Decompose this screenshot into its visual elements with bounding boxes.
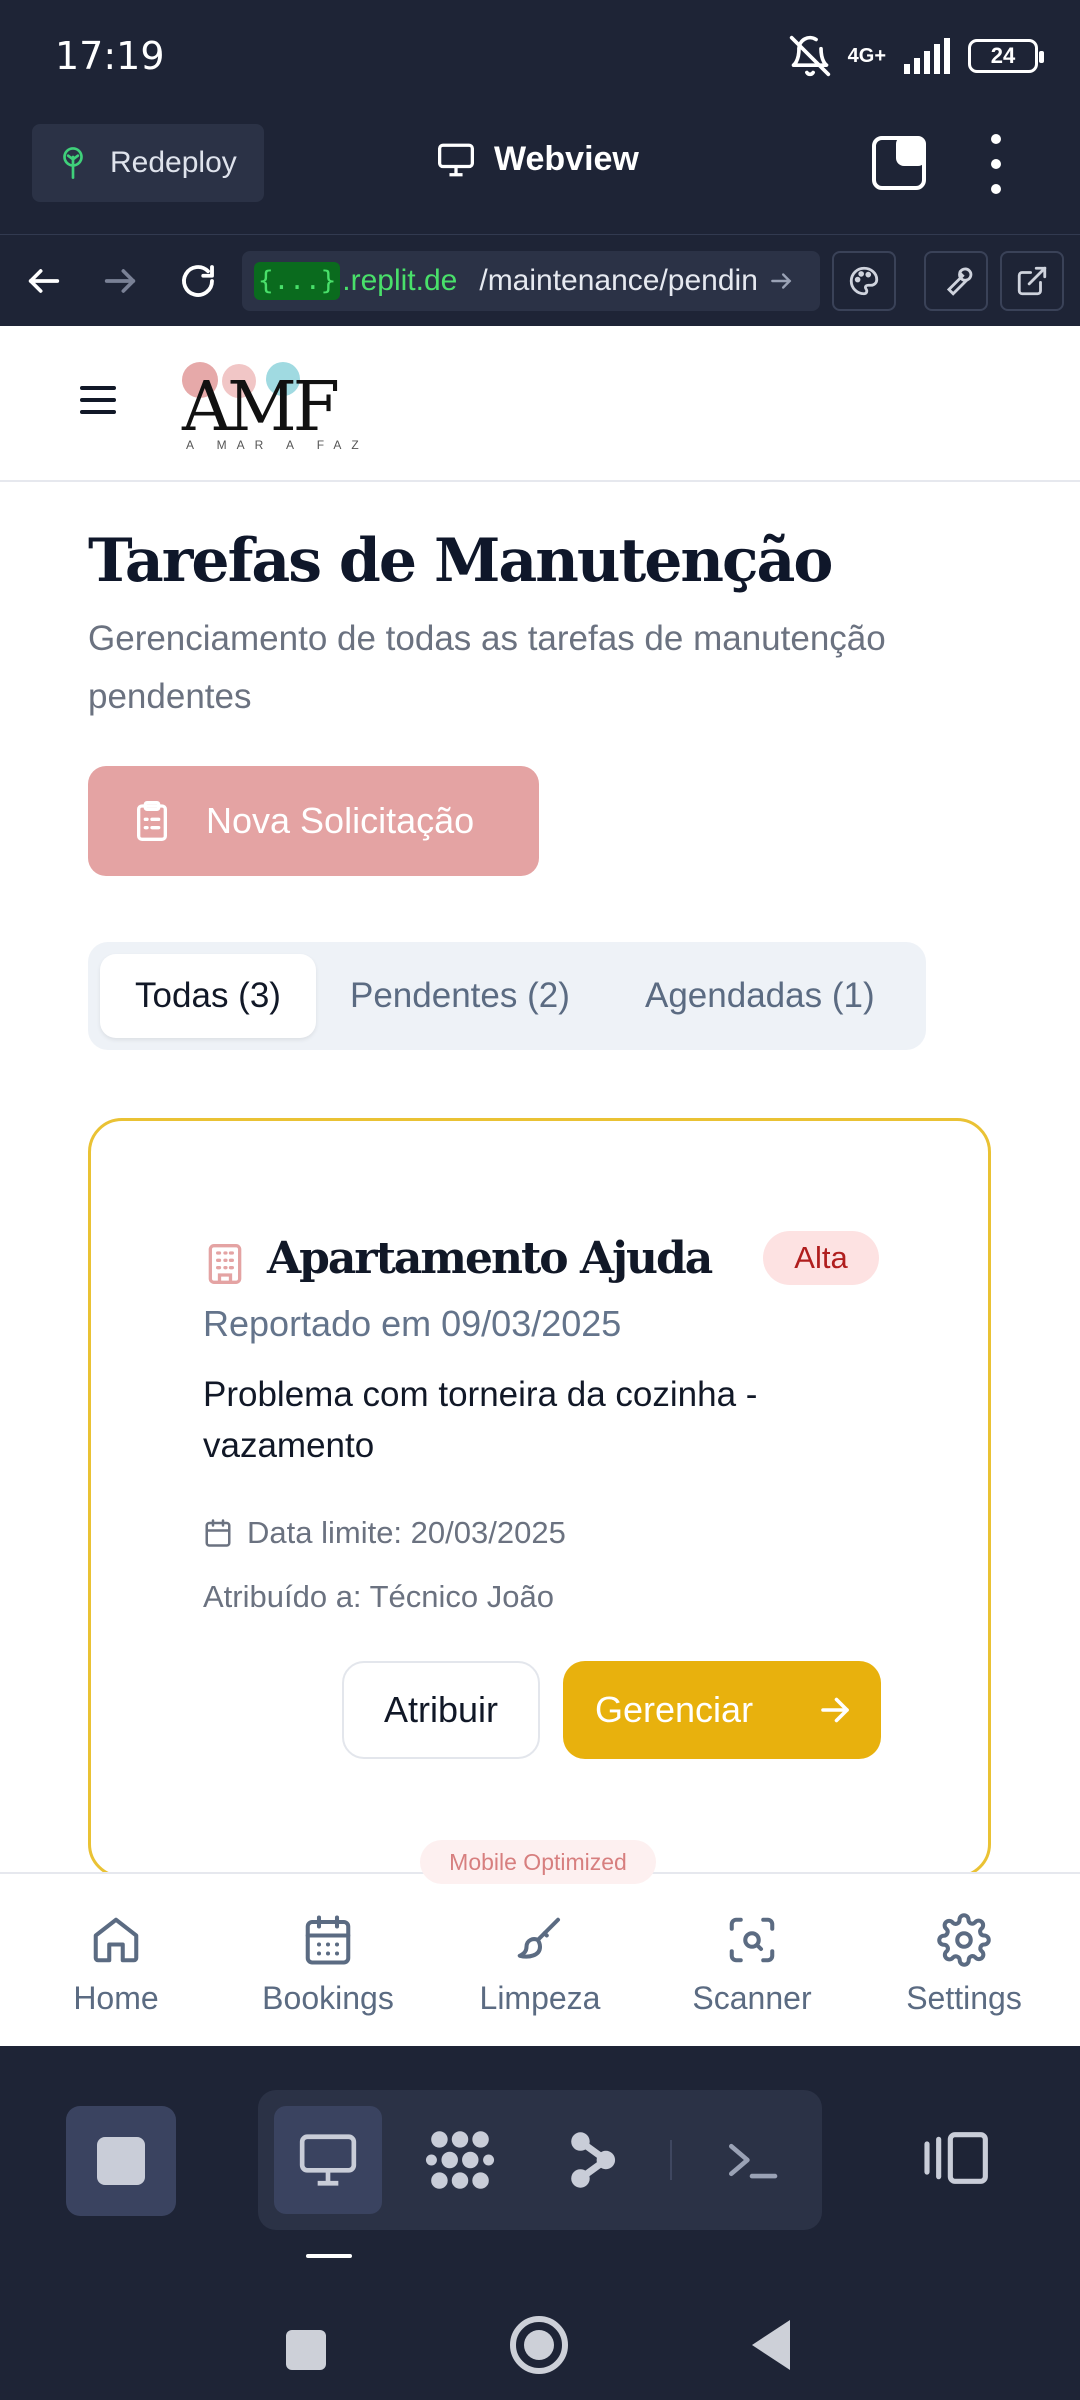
app-header: AMF A MAR A FAZ [0,326,1080,482]
monitor-icon [438,143,474,176]
grid-pane-button[interactable] [406,2106,514,2214]
bell-off-icon [789,35,830,77]
signal-icon [904,38,950,74]
gesture-indicator [306,2254,352,2258]
amf-logo[interactable]: AMF A MAR A FAZ [180,356,359,456]
logo-subtitle: A MAR A FAZ [186,438,369,452]
manage-button[interactable]: Gerenciar [563,1661,881,1759]
nav-settings-label: Settings [906,1980,1022,2016]
bottom-nav: Home Bookings Limpeza Scanner Settings [0,1872,1080,2046]
status-bar: 17:19 4G+ 24 [0,0,1080,116]
calendar-icon [305,1915,351,1965]
more-menu-icon[interactable] [988,134,1004,194]
nav-bookings[interactable]: Bookings [220,1874,436,2046]
git-pane-button[interactable] [538,2106,646,2214]
terminal-pane-button[interactable] [698,2106,806,2214]
palette-icon[interactable] [832,251,896,311]
pane-switcher [258,2090,822,2230]
stop-icon [97,2137,145,2185]
nav-home-label: Home [73,1980,159,2016]
gear-icon [937,1913,991,1967]
status-time: 17:19 [55,34,165,78]
url-host: .replit.de [342,264,458,297]
monitor-pane-button[interactable] [274,2106,382,2214]
building-icon [208,1244,242,1284]
reported-date: Reportado em 09/03/2025 [203,1303,622,1344]
deploy-icon [63,147,83,179]
status-icons: 4G+ 24 [788,34,1044,78]
tab-agendadas[interactable]: Agendadas (1) [645,954,875,1038]
scan-icon [729,1917,775,1963]
android-nav-bar [0,2262,1080,2400]
nav-scanner-label: Scanner [692,1980,812,2016]
pane-divider [670,2140,672,2180]
battery-icon: 24 [968,39,1044,73]
wrench-icon[interactable] [924,251,988,311]
reload-icon[interactable] [174,257,222,305]
redeploy-label: Redeploy [110,146,237,179]
logo-text: AMF [182,368,340,447]
url-bar: {...} .replit.de /maintenance/pendin [0,234,1080,326]
url-input[interactable]: {...} .replit.de /maintenance/pendin [242,251,820,311]
priority-badge: Alta [763,1231,879,1285]
network-type: 4G+ [847,45,886,67]
brush-icon [517,1917,561,1959]
webview-content: AMF A MAR A FAZ Tarefas de Manutenção Ge… [0,326,1080,2046]
filter-tabs: Todas (3) Pendentes (2) Agendadas (1) [88,942,926,1050]
nav-bookings-label: Bookings [262,1980,394,2016]
arrow-right-icon [821,1697,849,1723]
nav-settings[interactable]: Settings [856,1874,1072,2046]
stop-button[interactable] [66,2106,176,2216]
replit-header: Redeploy Webview [0,116,1080,234]
terminal-icon [729,2143,778,2179]
url-brace: {...} [254,262,341,300]
tab-todas[interactable]: Todas (3) [100,954,316,1038]
clipboard-icon [137,801,167,842]
go-arrow-icon[interactable] [768,268,794,294]
task-description: Problema com torneira da cozinha - vazam… [203,1375,758,1465]
webview-title-label: Webview [494,140,639,178]
assign-button[interactable]: Atribuir [342,1661,540,1759]
calendar-icon [205,1519,231,1547]
url-path: /maintenance/pendin [479,264,758,297]
redeploy-button[interactable]: Redeploy [32,124,264,202]
page-title: Tarefas de Manutenção [88,526,833,596]
assigned-to: Atribuído a: Técnico João [203,1579,554,1614]
nav-home[interactable]: Home [8,1874,224,2046]
nav-limpeza-label: Limpeza [479,1980,601,2016]
back-button[interactable] [752,2320,790,2370]
nav-scanner[interactable]: Scanner [644,1874,860,2046]
hamburger-menu-icon[interactable] [80,386,116,414]
home-icon [93,1917,139,1963]
grid-icon [425,2131,495,2189]
due-date: Data limite: 20/03/2025 [247,1515,566,1550]
webview-tab-title[interactable]: Webview [436,140,639,179]
due-date-row: Data limite: 20/03/2025 [203,1515,566,1551]
battery-level: 24 [990,43,1016,68]
mobile-optimized-badge: Mobile Optimized [420,1840,656,1884]
nav-limpeza[interactable]: Limpeza [432,1874,648,2046]
property-name: Apartamento Ajuda [267,1233,713,1284]
new-request-label: Nova Solicitação [206,800,475,841]
back-icon[interactable] [20,257,68,305]
git-icon [571,2132,616,2188]
tabs-switcher-button[interactable] [872,136,926,190]
open-external-icon[interactable] [1000,251,1064,311]
home-button[interactable] [510,2316,568,2374]
forward-icon[interactable] [96,257,144,305]
recents-button[interactable] [286,2330,326,2370]
monitor-icon [299,2134,357,2186]
manage-label: Gerenciar [595,1689,754,1730]
task-card: Apartamento Ajuda Alta Reportado em 09/0… [88,1118,991,1878]
new-request-button[interactable]: Nova Solicitação [88,766,539,876]
replit-bottom-toolbar [0,2046,1080,2256]
tab-pendentes[interactable]: Pendentes (2) [350,954,570,1038]
side-panel-icon[interactable] [920,2130,990,2191]
page-subtitle: Gerenciamento de todas as tarefas de man… [88,619,886,716]
